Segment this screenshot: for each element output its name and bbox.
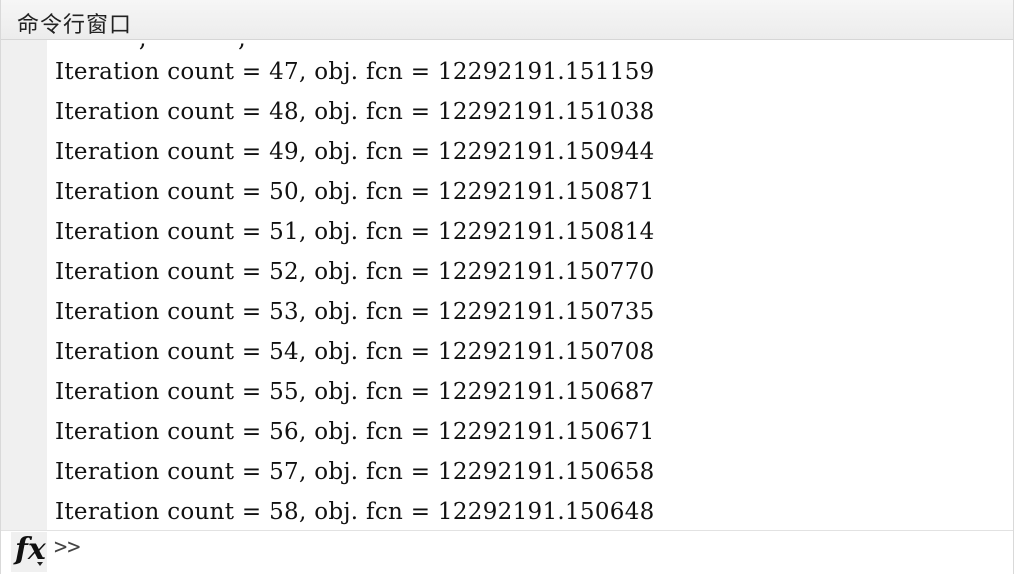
- prompt-symbol: >>: [54, 535, 81, 560]
- window-title: 命令行窗口: [17, 13, 133, 38]
- function-browser-button[interactable]: fx: [11, 532, 47, 572]
- title-bar[interactable]: 命令行窗口: [1, 0, 1013, 40]
- output-line: Iteration count = 51, obj. fcn = 1229219…: [55, 219, 655, 245]
- output-line: Iteration count = 55, obj. fcn = 1229219…: [55, 379, 655, 405]
- output-line: Iteration count = 48, obj. fcn = 1229219…: [55, 99, 655, 125]
- output-line: Iteration count = 56, obj. fcn = 1229219…: [55, 419, 655, 445]
- left-gutter: [1, 40, 47, 574]
- output-line: Iteration count = 52, obj. fcn = 1229219…: [55, 259, 655, 285]
- command-output[interactable]: , , Iteration count = 47, obj. fcn = 122…: [47, 40, 1013, 530]
- output-line: Iteration count = 50, obj. fcn = 1229219…: [55, 179, 655, 205]
- caret-down-icon: [37, 562, 43, 566]
- output-line: Iteration count = 54, obj. fcn = 1229219…: [55, 339, 655, 365]
- output-line: Iteration count = 58, obj. fcn = 1229219…: [55, 499, 655, 525]
- command-window: 命令行窗口 , , Iteration count = 47, obj. fcn…: [0, 0, 1014, 574]
- output-line: Iteration count = 57, obj. fcn = 1229219…: [55, 459, 655, 485]
- output-line: Iteration count = 47, obj. fcn = 1229219…: [55, 59, 655, 85]
- output-lines: Iteration count = 47, obj. fcn = 1229219…: [55, 52, 655, 530]
- clipped-output-line: , ,: [55, 40, 368, 52]
- command-prompt-row: fx >>: [1, 530, 1013, 574]
- output-line: Iteration count = 49, obj. fcn = 1229219…: [55, 139, 655, 165]
- command-input[interactable]: [83, 535, 1003, 569]
- output-line: Iteration count = 53, obj. fcn = 1229219…: [55, 299, 655, 325]
